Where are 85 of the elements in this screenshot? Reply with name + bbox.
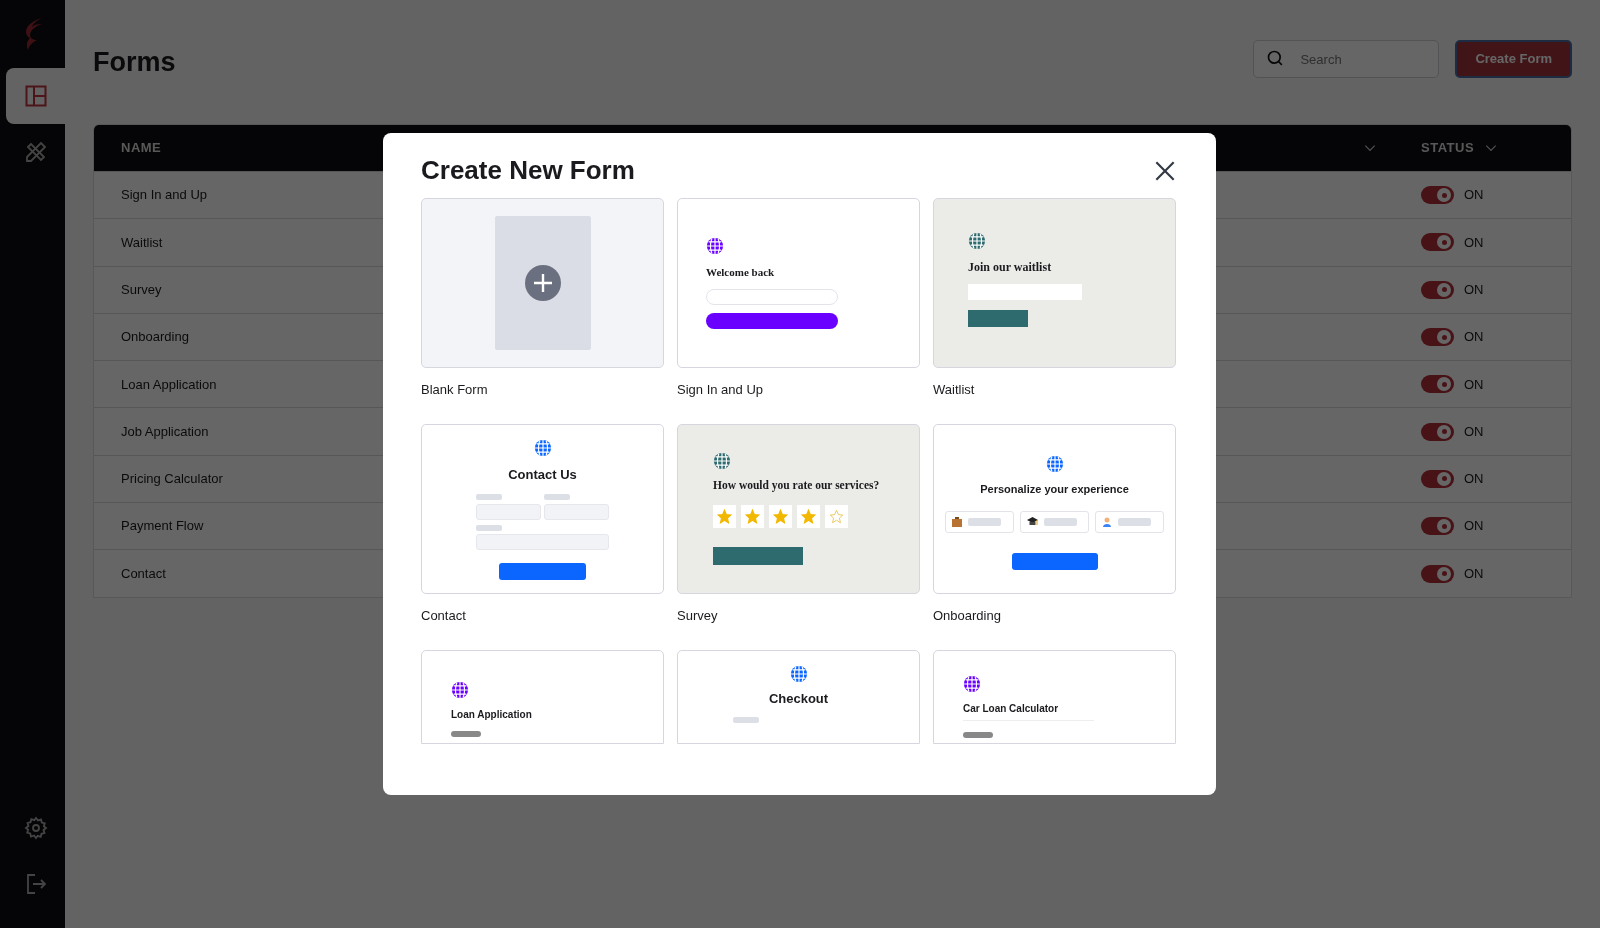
globe-icon — [1045, 455, 1064, 474]
template-preview[interactable]: Car Loan Calculator — [933, 650, 1176, 745]
status-text: ON — [1464, 281, 1484, 299]
table-cell: Pricing Calculator — [121, 471, 223, 487]
globe-icon — [789, 665, 808, 684]
filled-star-icon — [801, 509, 816, 525]
label-placeholder — [963, 732, 993, 739]
preview-heading: Join our waitlist — [968, 259, 1053, 277]
template-name: Contact — [421, 607, 466, 626]
table-cell: Payment Flow — [121, 518, 204, 534]
table-cell: Job Application — [121, 423, 209, 439]
template-preview[interactable]: Contact Us — [421, 424, 664, 595]
status-text: ON — [1464, 186, 1484, 205]
filled-star-icon — [717, 509, 732, 525]
template-name: Onboarding — [933, 607, 1001, 626]
label-placeholder — [968, 517, 1001, 526]
template-name: Waitlist — [933, 381, 975, 400]
pencil-ruler-icon — [23, 140, 48, 164]
toggle-switch[interactable] — [1421, 422, 1454, 441]
page-title: Forms — [93, 46, 176, 79]
table-cell: Sign In and Up — [121, 187, 207, 203]
status-text: ON — [1464, 375, 1484, 394]
preview-heading: Contact Us — [508, 466, 577, 485]
globe-icon — [451, 681, 469, 700]
input-placeholder — [476, 503, 541, 520]
status-text: ON — [1464, 422, 1484, 441]
template-preview[interactable]: How would you rate our services? — [677, 424, 920, 595]
preview-heading: Checkout — [768, 690, 829, 709]
input-placeholder — [544, 503, 609, 520]
status-text: ON — [1464, 517, 1484, 536]
toggle-switch[interactable] — [1421, 469, 1454, 488]
status-text: ON — [1464, 328, 1484, 347]
label-placeholder — [1118, 517, 1151, 526]
person-icon — [1102, 516, 1112, 527]
label-placeholder — [1044, 517, 1077, 526]
graduation-cap-icon — [1027, 516, 1038, 527]
template-name: Blank Form — [421, 381, 488, 400]
globe-icon — [713, 452, 731, 471]
table-cell: Contact — [121, 565, 166, 581]
table-cell: Waitlist — [121, 234, 163, 250]
label-placeholder — [451, 731, 481, 738]
table-cell: Onboarding — [121, 329, 189, 345]
label-placeholder — [476, 524, 502, 531]
template-preview[interactable]: Checkout — [677, 650, 920, 745]
template-name: Sign In and Up — [677, 381, 763, 400]
label-placeholder — [544, 493, 570, 500]
status-text: ON — [1464, 470, 1484, 489]
grid-icon — [23, 84, 48, 108]
status-text: ON — [1464, 233, 1484, 252]
toggle-switch[interactable] — [1421, 233, 1454, 252]
globe-icon — [968, 232, 986, 251]
toggle-switch[interactable] — [1421, 375, 1454, 394]
template-preview[interactable]: Welcome back — [677, 198, 920, 369]
filled-star-icon — [773, 509, 788, 525]
preview-heading: Loan Application — [451, 708, 533, 723]
briefcase-icon — [952, 516, 962, 527]
preview-heading: Welcome back — [706, 265, 776, 281]
template-preview[interactable]: Loan Application — [421, 650, 664, 745]
globe-icon — [963, 675, 981, 694]
toggle-switch[interactable] — [1421, 564, 1454, 583]
filled-star-icon — [745, 509, 760, 525]
table-cell: Loan Application — [121, 376, 217, 392]
toggle-switch[interactable] — [1421, 328, 1454, 347]
status-text: ON — [1464, 564, 1484, 583]
template-preview[interactable] — [421, 198, 664, 369]
plus-icon — [524, 265, 561, 302]
globe-icon — [533, 439, 552, 458]
settings-icon — [23, 816, 48, 840]
label-placeholder — [732, 716, 759, 723]
empty-star-icon — [829, 509, 844, 525]
modal-title: Create New Form — [421, 155, 635, 187]
toggle-switch[interactable] — [1421, 280, 1454, 299]
label-placeholder — [476, 493, 502, 500]
table-cell: Survey — [121, 282, 162, 297]
template-name: Survey — [677, 607, 718, 626]
template-preview[interactable]: Personalize your experience — [933, 424, 1176, 595]
button-placeholder — [968, 310, 1028, 328]
toggle-switch[interactable] — [1421, 517, 1454, 536]
globe-icon — [706, 237, 724, 256]
sidebar-nav-item[interactable] — [6, 68, 65, 124]
preview-heading: Personalize your experience — [980, 482, 1129, 498]
template-preview[interactable]: Join our waitlist — [933, 198, 1176, 369]
preview-heading: Car Loan Calculator — [963, 702, 1060, 717]
toggle-switch[interactable] — [1421, 186, 1454, 205]
preview-heading: How would you rate our services? — [713, 478, 881, 494]
